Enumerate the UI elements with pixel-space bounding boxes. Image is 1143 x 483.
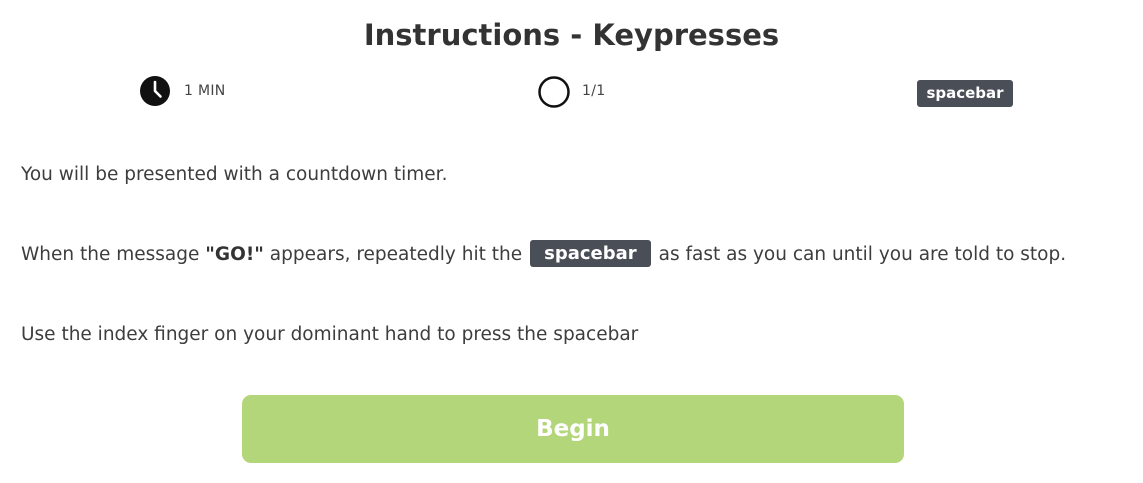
circle-icon [538,76,570,108]
instruction-go-text-before: When the message [21,244,206,265]
clock-icon [140,76,170,106]
progress-indicator: 1/1 [538,76,606,108]
key-indicator: spacebar [917,78,1013,108]
begin-button[interactable]: Begin [242,395,904,463]
instruction-go: When the message "GO!" appears, repeated… [21,239,1067,269]
instruction-go-text-after: as fast as you can until you are told to… [658,244,1067,265]
duration-label: 1 MIN [184,83,226,99]
instructions-page: Instructions - Keypresses 1 MIN 1/1 spac… [0,0,1143,483]
key-badge: spacebar [917,79,1013,107]
go-message: "GO!" [205,244,264,265]
instruction-countdown: You will be presented with a countdown t… [21,164,448,185]
duration-indicator: 1 MIN [140,76,226,106]
progress-label: 1/1 [582,83,606,99]
instruction-go-text-middle: appears, repeatedly hit the [263,244,523,265]
instruction-finger: Use the index finger on your dominant ha… [21,324,639,345]
page-title: Instructions - Keypresses [363,18,780,52]
inline-key-badge: spacebar [530,239,651,267]
